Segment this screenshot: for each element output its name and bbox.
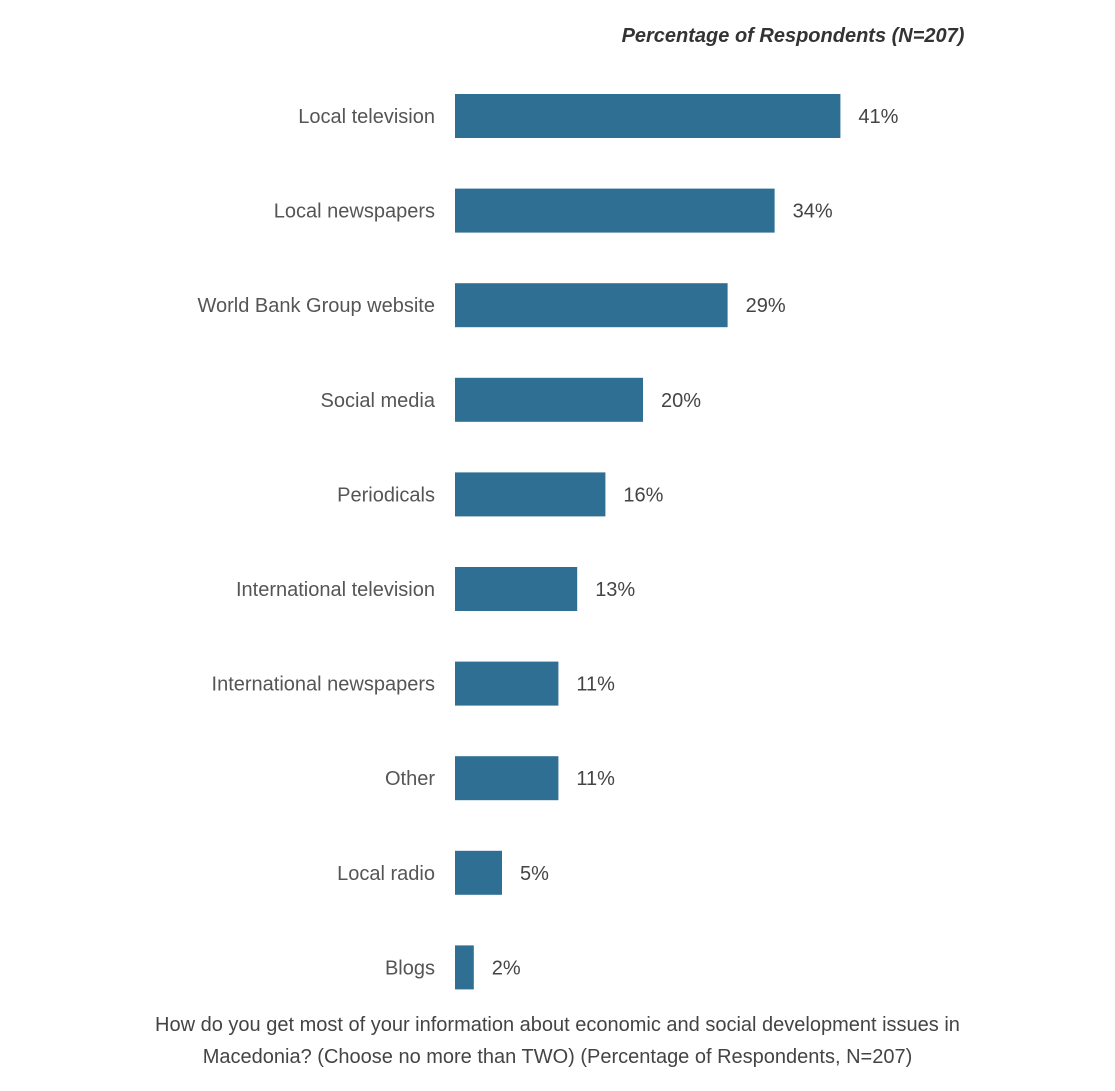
bar-chart: Percentage of Respondents (N=207) Local …	[197, 25, 965, 990]
category-label-periodicals: Periodicals	[337, 484, 435, 506]
bar-social-media	[455, 377, 643, 422]
bar-local-radio	[455, 850, 502, 895]
category-label-international-newspapers: International newspapers	[212, 674, 435, 696]
bar-local-television	[455, 94, 841, 138]
question-footnote-line-2: Macedonia? (Choose no more than TWO) (Pe…	[202, 1046, 913, 1068]
value-label-other: 11%	[576, 768, 615, 790]
value-label-international-television: 13%	[595, 579, 635, 601]
value-label-local-radio: 5%	[520, 863, 549, 885]
bar-world-bank-group-website	[455, 283, 728, 328]
chart-container: Percentage of Respondents (N=207) Local …	[0, 0, 1115, 1091]
category-label-local-television: Local television	[298, 106, 435, 128]
value-label-social-media: 20%	[661, 390, 701, 412]
category-label-other: Other	[385, 768, 435, 790]
category-label-local-radio: Local radio	[337, 863, 435, 885]
value-label-blogs: 2%	[492, 957, 521, 979]
category-label-world-bank-group-website: World Bank Group website	[197, 295, 435, 317]
chart-title: Percentage of Respondents (N=207)	[622, 25, 965, 47]
bar-blogs	[455, 945, 474, 990]
category-label-international-television: International television	[236, 579, 435, 601]
bar-international-newspapers	[455, 661, 559, 706]
bar-periodicals	[455, 472, 606, 517]
category-label-local-newspapers: Local newspapers	[274, 201, 435, 223]
value-label-local-television: 41%	[858, 106, 898, 128]
value-label-international-newspapers: 11%	[576, 674, 615, 696]
value-label-world-bank-group-website: 29%	[746, 295, 786, 317]
question-footnote-line-1: How do you get most of your information …	[155, 1014, 960, 1036]
bar-local-newspapers	[455, 188, 775, 233]
value-label-local-newspapers: 34%	[793, 201, 833, 223]
bar-other	[455, 756, 559, 801]
bar-international-television	[455, 567, 578, 611]
value-label-periodicals: 16%	[623, 484, 663, 506]
category-label-social-media: Social media	[320, 390, 435, 412]
category-label-blogs: Blogs	[385, 957, 435, 979]
bars-group: Local television 41% Local newspapers 34% Wo…	[197, 94, 899, 990]
